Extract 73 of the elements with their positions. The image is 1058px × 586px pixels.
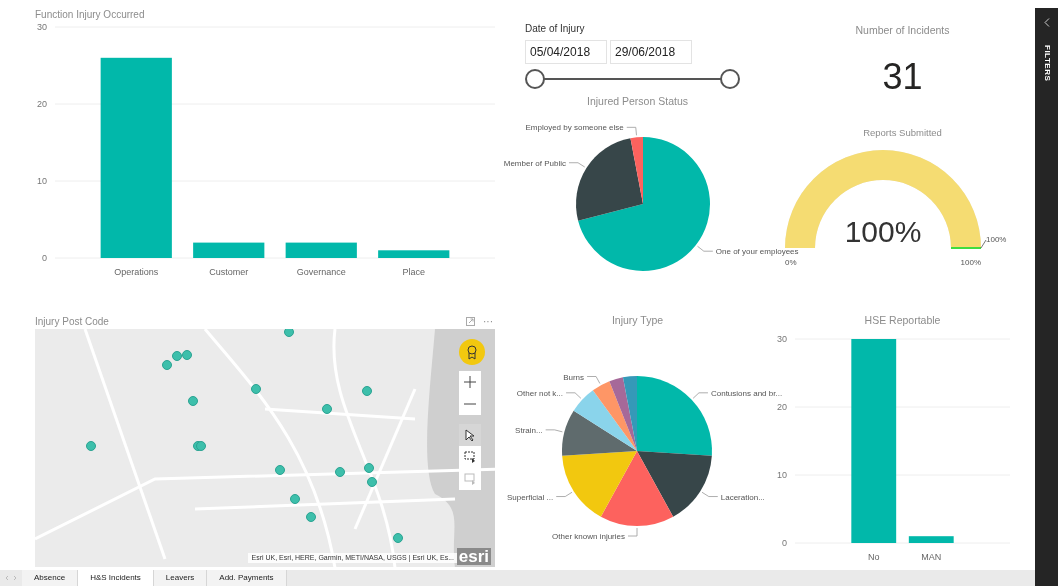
category-label: Place xyxy=(402,267,425,277)
leader-line xyxy=(701,491,719,497)
slice-label: One of your employees xyxy=(715,246,799,256)
slice-label: Employed by someone else xyxy=(525,122,624,132)
slice-label: Member of Public xyxy=(503,158,566,168)
bar xyxy=(378,250,450,258)
leader-line xyxy=(626,126,637,136)
bar xyxy=(193,242,265,258)
leader-line xyxy=(565,392,582,399)
leader-line xyxy=(697,245,714,252)
axis-tick-label: 20 xyxy=(777,401,787,412)
slice-label: Superficial ... xyxy=(507,492,554,502)
collapse-chevron-icon[interactable] xyxy=(1043,18,1050,27)
axis-tick-label: 30 xyxy=(777,333,787,344)
chart-title: Function Injury Occurred xyxy=(35,9,146,21)
esri-logo: esri xyxy=(456,548,491,565)
slice-label: Other not k... xyxy=(516,388,564,398)
leader-line xyxy=(555,491,573,497)
leader-line xyxy=(586,375,601,384)
gauge-max-label: 100% xyxy=(960,258,981,267)
leader-line xyxy=(692,392,709,399)
axis-tick-label: 0 xyxy=(782,537,787,548)
category-label: No xyxy=(868,551,880,562)
card-title: Number of Incidents xyxy=(854,24,951,37)
award-icon[interactable] xyxy=(459,339,485,365)
pointer-tool-button[interactable] xyxy=(459,424,481,446)
category-label: Governance xyxy=(296,267,346,277)
bar xyxy=(908,535,954,543)
slice-label: Burns xyxy=(563,372,585,382)
page-tab[interactable]: Absence xyxy=(22,570,79,586)
chart-title: HSE Reportable xyxy=(863,314,942,327)
zoom-in-button[interactable] xyxy=(459,371,481,393)
page-tab[interactable]: H&S Incidents xyxy=(78,570,154,586)
leader-line xyxy=(627,527,638,536)
page-tab[interactable]: Add. Payments xyxy=(207,570,287,586)
date-field[interactable]: 29/06/2018 xyxy=(610,40,692,64)
leader-line xyxy=(545,429,563,432)
slicer-title: Date of Injury xyxy=(525,23,585,34)
axis-tick-label: 10 xyxy=(37,176,47,186)
target-label: 100% xyxy=(986,235,1007,244)
gauge-min-label: 0% xyxy=(785,258,797,267)
gauge-value: 100% xyxy=(844,215,922,248)
filters-pane-label[interactable]: FILTERS xyxy=(1040,45,1053,82)
slice-label: Other known injuries xyxy=(552,531,625,541)
axis-tick-label: 30 xyxy=(37,22,47,32)
more-options[interactable]: ··· xyxy=(483,314,493,329)
bar xyxy=(285,242,357,258)
page-tab[interactable]: Leavers xyxy=(153,570,208,586)
category-label: Operations xyxy=(114,267,159,277)
chart-title: Injured Person Status xyxy=(586,95,689,108)
leader-line xyxy=(568,161,586,167)
category-label: MAN xyxy=(921,551,942,562)
axis-tick-label: 10 xyxy=(777,469,787,480)
expand-icon[interactable] xyxy=(466,317,475,326)
slice-label: Strain... xyxy=(515,425,543,435)
map-title: Injury Post Code xyxy=(35,315,110,328)
target-marker xyxy=(950,247,982,249)
incident-count: 31 xyxy=(882,55,923,97)
axis-tick-label: 20 xyxy=(37,99,47,109)
slider-thumb[interactable] xyxy=(525,69,545,89)
plus-icon xyxy=(464,376,476,388)
leader-line xyxy=(980,239,987,249)
gauge-title: Reports Submitted xyxy=(862,126,943,138)
pointer-icon xyxy=(465,429,475,441)
slice-label: Laceration... xyxy=(720,492,765,502)
axis-tick-label: 0 xyxy=(42,253,47,263)
slider-thumb[interactable] xyxy=(720,69,740,89)
slice-label: Contusions and br... xyxy=(710,388,783,398)
category-label: Customer xyxy=(209,267,249,277)
date-field[interactable]: 05/04/2018 xyxy=(525,40,607,64)
zoom-out-button[interactable] xyxy=(459,393,481,415)
chart-title: Injury Type xyxy=(610,314,665,327)
rectangle-select-icon xyxy=(464,451,476,463)
